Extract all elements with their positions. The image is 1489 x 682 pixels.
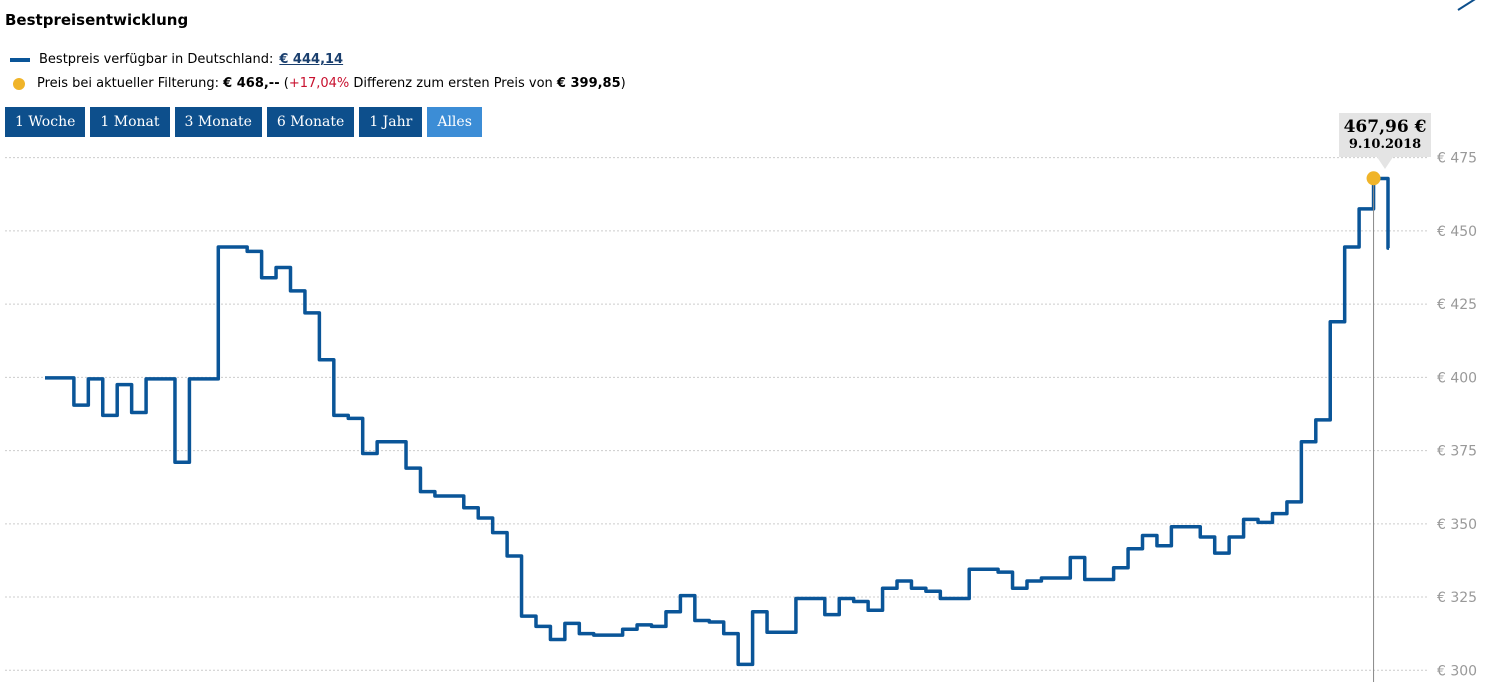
y-tick-label: € 350 bbox=[1437, 517, 1477, 533]
y-tick-label: € 300 bbox=[1437, 663, 1477, 679]
y-tick-label: € 425 bbox=[1437, 297, 1477, 313]
price-chart: € 475 € 450 € 425 € 400 € 375 € 350 € 325 € 300 bbox=[5, 151, 1477, 682]
series-line-bestpreis bbox=[45, 176, 1390, 667]
y-tick-label: € 400 bbox=[1437, 370, 1477, 386]
y-tick-label: € 475 bbox=[1437, 151, 1477, 167]
tooltip-arrow bbox=[1377, 157, 1393, 169]
highlight-point[interactable] bbox=[1366, 171, 1381, 186]
price-tooltip: 467,96 € 9.10.2018 bbox=[1339, 113, 1431, 169]
y-tick-label: € 325 bbox=[1437, 590, 1477, 606]
tooltip-date: 9.10.2018 bbox=[1348, 137, 1422, 152]
tooltip-value: 467,96 € bbox=[1343, 117, 1427, 137]
y-tick-label: € 375 bbox=[1437, 444, 1477, 460]
y-tick-label: € 450 bbox=[1437, 224, 1477, 240]
